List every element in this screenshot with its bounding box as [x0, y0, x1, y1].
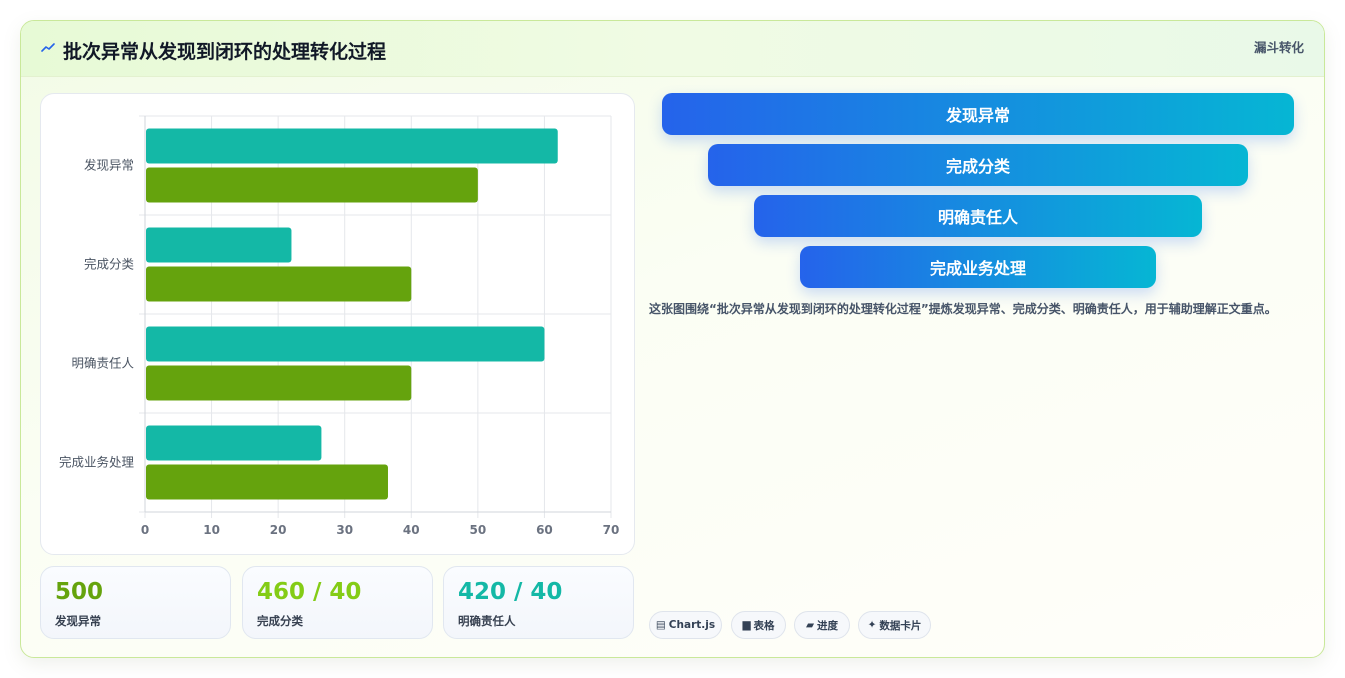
funnel-step-2: 完成分类 — [708, 144, 1248, 186]
chart-icon: ▤ — [655, 619, 666, 631]
chip-label: 数据卡片 — [879, 619, 922, 632]
x-tick-label: 10 — [203, 523, 220, 537]
stat-value: 500 — [55, 579, 104, 605]
x-tick-label: 40 — [403, 523, 420, 537]
chip-label: Chart.js — [668, 619, 716, 631]
chart-description: 这张图围绕“批次异常从发现到闭环的处理转化过程”提炼发现异常、完成分类、明确责任… — [649, 302, 1277, 316]
bar — [146, 227, 292, 263]
bar — [146, 365, 412, 401]
y-tick-label: 完成分类 — [84, 257, 135, 272]
bar-chart: 0 10 20 30 40 50 60 70 发现异常完成分类明确责任人完成业务处理 — [59, 115, 620, 537]
chip-progress[interactable]: ▰ 进度 — [794, 611, 850, 639]
stat-value: 460 / 40 — [257, 579, 362, 605]
bar — [146, 167, 478, 203]
bar — [146, 266, 412, 302]
chip-data-card[interactable]: ✦ 数据卡片 — [858, 611, 931, 639]
x-tick-label: 20 — [270, 523, 287, 537]
bar-chart-panel: 0 10 20 30 40 50 60 70 发现异常完成分类明确责任人完成业务处理 — [40, 93, 635, 555]
funnel-step-4: 完成业务处理 — [800, 246, 1156, 288]
bar — [146, 326, 545, 362]
x-tick-label: 60 — [536, 523, 553, 537]
y-tick-label: 明确责任人 — [71, 356, 134, 371]
x-tick-label: 50 — [470, 523, 487, 537]
main-card: 批次异常从发现到闭环的处理转化过程 漏斗转化 0 10 20 30 40 50 60 70 发现… — [20, 20, 1325, 658]
bar — [146, 464, 388, 500]
page-title: 批次异常从发现到闭环的处理转化过程 — [63, 41, 387, 63]
stat-card-2: 460 / 40 完成分类 — [242, 566, 433, 639]
chip-chartjs[interactable]: ▤ Chart.js — [649, 611, 722, 639]
y-tick-label: 完成业务处理 — [59, 455, 135, 470]
x-tick-label: 70 — [603, 523, 620, 537]
chip-table[interactable]: ▆ 表格 — [731, 611, 786, 639]
stat-label: 明确责任人 — [458, 614, 516, 628]
chip-label: 表格 — [753, 619, 775, 632]
sparkle-icon: ✦ — [867, 619, 877, 631]
stat-card-1: 500 发现异常 — [40, 566, 231, 639]
chip-label: 进度 — [817, 619, 839, 632]
bar — [146, 425, 322, 461]
stat-label: 发现异常 — [55, 614, 101, 628]
funnel-step-1: 发现异常 — [662, 93, 1294, 135]
x-tick-label: 30 — [336, 523, 353, 537]
stat-label: 完成分类 — [257, 614, 303, 628]
y-tick-label: 发现异常 — [84, 158, 134, 173]
stat-value: 420 / 40 — [458, 579, 563, 605]
table-icon: ▆ — [742, 619, 751, 631]
funnel-step-3: 明确责任人 — [754, 195, 1202, 237]
trend-icon — [41, 43, 55, 52]
x-tick-label: 0 — [141, 523, 149, 537]
bar — [146, 128, 558, 164]
chart-type-tag: 漏斗转化 — [1253, 40, 1304, 55]
progress-icon: ▰ — [805, 619, 815, 631]
card-header: 批次异常从发现到闭环的处理转化过程 漏斗转化 — [21, 21, 1324, 77]
stat-card-3: 420 / 40 明确责任人 — [443, 566, 634, 639]
